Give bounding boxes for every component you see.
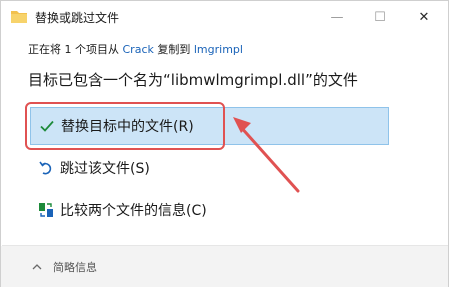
compare-files-label: 比较两个文件的信息(C)	[60, 203, 207, 219]
compare-icon	[39, 203, 53, 217]
conflict-heading: 目标已包含一个名为“libmwlmgrimpl.dll”的文件	[28, 71, 358, 89]
compare-files-option[interactable]: 比较两个文件的信息(C)	[30, 191, 389, 229]
title-bar: 替换或跳过文件 — ☐ ✕	[1, 1, 448, 33]
annotation-highlight-box	[25, 102, 225, 150]
maximize-button[interactable]: ☐	[358, 1, 402, 33]
source-prefix: 正在将 1 个项目从	[28, 43, 123, 56]
folder-icon	[11, 11, 27, 23]
close-button[interactable]: ✕	[402, 1, 446, 33]
source-folder-link[interactable]: Crack	[123, 43, 154, 56]
close-icon: ✕	[418, 9, 430, 25]
copy-source-line: 正在将 1 个项目从 Crack 复制到 lmgrimpl	[28, 41, 243, 57]
details-toggle-label: 简略信息	[53, 261, 97, 274]
replace-skip-dialog: 替换或跳过文件 — ☐ ✕ 正在将 1 个项目从 Crack 复制到 lmgri…	[0, 0, 449, 287]
minimize-button[interactable]: —	[315, 1, 359, 33]
skip-file-option[interactable]: 跳过该文件(S)	[30, 149, 389, 187]
maximize-icon: ☐	[374, 9, 386, 25]
skip-file-label: 跳过该文件(S)	[60, 161, 150, 177]
dialog-footer: 简略信息	[1, 246, 448, 287]
minimize-icon: —	[330, 9, 344, 25]
details-toggle[interactable]: 简略信息	[31, 259, 97, 275]
skip-icon	[39, 161, 52, 175]
destination-folder-link[interactable]: lmgrimpl	[194, 43, 243, 56]
source-middle: 复制到	[153, 43, 194, 56]
window-title: 替换或跳过文件	[35, 11, 120, 25]
chevron-up-icon	[32, 264, 42, 270]
